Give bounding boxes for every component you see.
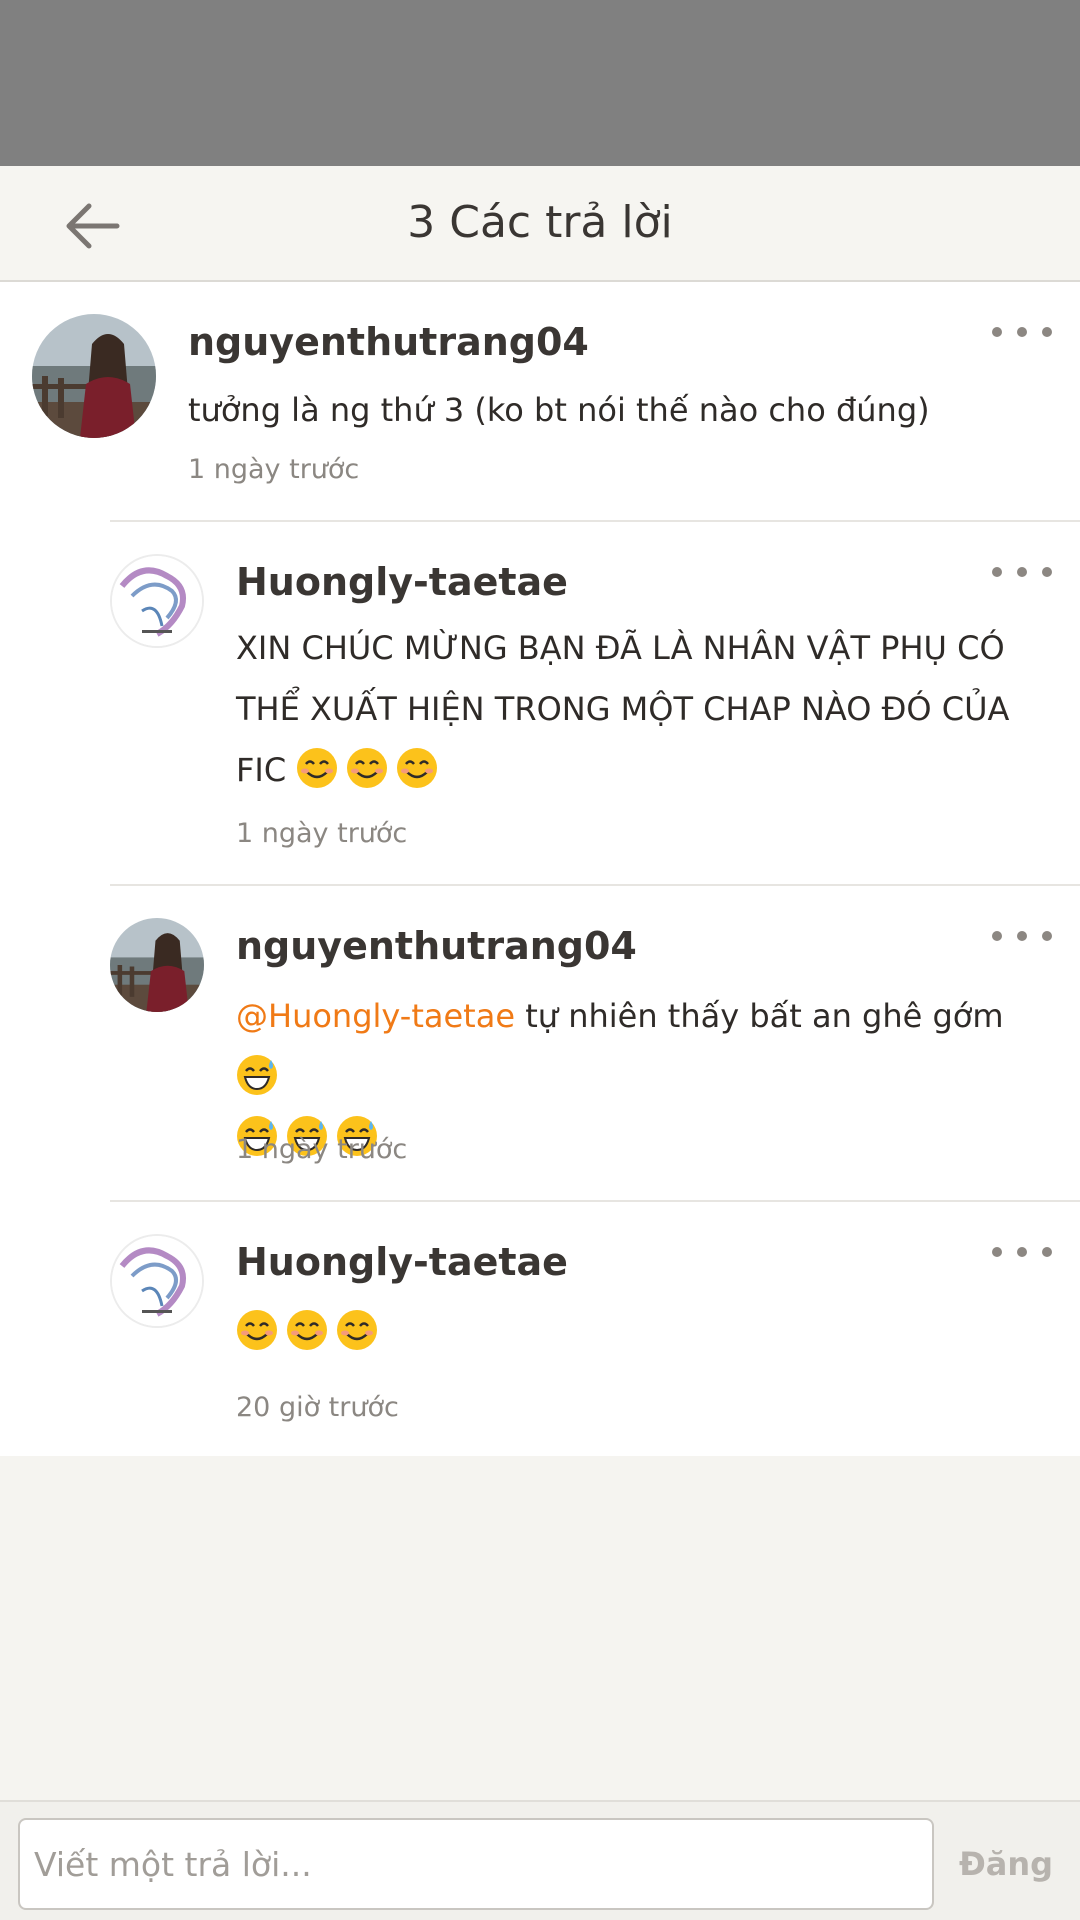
smiling-face-icon [237, 1310, 277, 1350]
reply-thread: nguyenthutrang04 tưởng là ng thứ 3 (ko b… [0, 282, 1080, 1456]
dot-icon [1042, 567, 1052, 577]
smoke-art-avatar-icon [112, 1236, 202, 1326]
comment-timestamp: 1 ngày trước [236, 1134, 408, 1165]
comment-item: Huongly-taetae 20 giờ trước [0, 1202, 1080, 1456]
comment-timestamp: 1 ngày trước [236, 818, 408, 849]
user-avatar[interactable] [110, 554, 204, 648]
dot-icon [1017, 931, 1027, 941]
dot-icon [1017, 327, 1027, 337]
dot-icon [992, 567, 1002, 577]
user-avatar[interactable] [32, 314, 156, 438]
smiling-face-icon [287, 1310, 327, 1350]
dim-overlay [0, 0, 1080, 166]
smiling-face-icon [347, 748, 388, 788]
reply-composer: Đăng [0, 1800, 1080, 1920]
comment-timestamp: 1 ngày trước [188, 454, 360, 485]
comment-body: XIN CHÚC MỪNG BẠN ĐÃ LÀ NHÂN VẬT PHỤ CÓ … [236, 618, 1056, 801]
comment-item: Huongly-taetae XIN CHÚC MỪNG BẠN ĐÃ LÀ N… [0, 522, 1080, 884]
user-avatar[interactable] [110, 1234, 204, 1328]
dot-icon [992, 1247, 1002, 1257]
comment-text: tự nhiên thấy bất an ghê gớm [515, 997, 1004, 1035]
smiling-face-icon [337, 1310, 377, 1350]
dot-icon [1017, 567, 1027, 577]
dot-icon [992, 931, 1002, 941]
user-mention-link[interactable]: @Huongly-taetae [236, 997, 515, 1035]
smoke-art-avatar-icon [112, 556, 202, 646]
comment-body [236, 1302, 1080, 1363]
comment-timestamp: 20 giờ trước [236, 1392, 399, 1423]
post-button[interactable]: Đăng [950, 1818, 1062, 1910]
comment-username[interactable]: nguyenthutrang04 [188, 320, 589, 364]
comment-username[interactable]: Huongly-taetae [236, 1240, 568, 1284]
dot-icon [1042, 1247, 1052, 1257]
comment-text: tưởng là ng thứ 3 (ko bt nói thế nào cho… [188, 391, 930, 429]
more-options-button[interactable] [992, 916, 1052, 956]
more-options-button[interactable] [992, 1232, 1052, 1272]
smiling-face-icon [297, 748, 338, 788]
comment-item: nguyenthutrang04 @Huongly-taetae tự nhiê… [0, 886, 1080, 1200]
comment-username[interactable]: Huongly-taetae [236, 560, 568, 604]
dot-icon [992, 327, 1002, 337]
more-options-button[interactable] [992, 312, 1052, 352]
girl-photo-avatar-icon [110, 918, 204, 1012]
girl-photo-avatar-icon [32, 314, 156, 438]
comment-username[interactable]: nguyenthutrang04 [236, 924, 637, 968]
comment-item: nguyenthutrang04 tưởng là ng thứ 3 (ko b… [0, 282, 1080, 520]
dot-icon [1042, 327, 1052, 337]
user-avatar[interactable] [110, 918, 204, 1012]
dot-icon [1017, 1247, 1027, 1257]
sweat-smile-icon [237, 1055, 277, 1095]
smiling-face-icon [397, 748, 438, 788]
page-title: 3 Các trả lời [407, 197, 673, 248]
dot-icon [1042, 931, 1052, 941]
reply-input[interactable] [18, 1818, 934, 1910]
header-bar: 3 Các trả lời [0, 166, 1080, 282]
more-options-button[interactable] [992, 552, 1052, 592]
